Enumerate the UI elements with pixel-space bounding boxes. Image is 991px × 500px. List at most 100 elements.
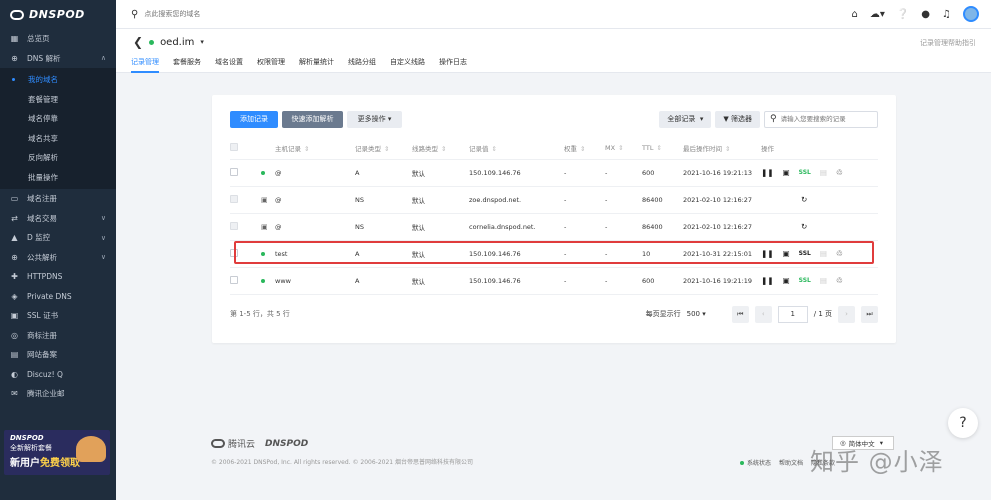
more-ops-button[interactable]: 更多操作 ▾ — [347, 110, 402, 128]
refresh-icon[interactable]: ↻ — [801, 195, 807, 204]
add-record-button[interactable]: 添加记录 — [230, 110, 278, 128]
chevron-down-icon[interactable]: ▾ — [200, 38, 204, 46]
pause-icon[interactable]: ❚❚ — [761, 249, 774, 258]
wechat-icon[interactable]: ● — [921, 9, 930, 20]
header-ttl[interactable]: TTL ⇕ — [642, 137, 683, 160]
dnspod-footer-logo[interactable]: DNSPOD — [265, 439, 308, 449]
sidebar-item[interactable]: ▤ 网站备案 — [0, 345, 116, 365]
page-number-input[interactable] — [777, 305, 808, 323]
sidebar-item[interactable]: 套餐管理 — [0, 90, 116, 110]
sidebar-item[interactable]: ◈ Private DNS — [0, 287, 116, 307]
refresh-icon[interactable]: ↻ — [801, 222, 807, 231]
row-checkbox[interactable] — [230, 275, 238, 284]
tencent-cloud-logo[interactable]: 腾讯云 — [211, 437, 255, 450]
global-search-input[interactable] — [144, 10, 345, 18]
sidebar-item[interactable]: ◐ Discuz! Q — [0, 365, 116, 385]
trash-icon[interactable]: ♲ — [836, 168, 843, 177]
table-row[interactable]: www A 默认 150.109.146.76- -600 2021-10-16 19:2… — [230, 267, 878, 295]
brand-logo[interactable]: DNSPOD — [0, 0, 116, 29]
note-icon[interactable]: ▤ — [820, 168, 827, 177]
sidebar-item[interactable]: 域名停靠 — [0, 109, 116, 129]
home-icon[interactable]: ⌂ — [851, 9, 857, 20]
cell-host[interactable]: @ — [275, 159, 355, 187]
monitor-icon[interactable]: ▣ — [783, 276, 790, 285]
back-icon[interactable]: ❮ — [133, 35, 143, 49]
sidebar-item[interactable]: ⇄ 域名交易 ∨ — [0, 209, 116, 229]
avatar[interactable] — [963, 6, 979, 22]
sidebar-item[interactable]: ✉ 腾讯企业邮 — [0, 384, 116, 404]
sidebar-item[interactable]: 我的域名 — [0, 70, 116, 90]
row-checkbox[interactable] — [230, 248, 238, 257]
row-checkbox[interactable] — [230, 167, 238, 176]
sidebar-item[interactable]: ▦ 总览页 — [0, 29, 116, 49]
header-type[interactable]: 记录类型 ⇕ — [355, 137, 412, 160]
bell-icon[interactable]: ♫ — [942, 9, 951, 20]
monitor-icon[interactable]: ▣ — [783, 249, 790, 258]
sidebar-item[interactable]: ▲ D 监控 ∨ — [0, 228, 116, 248]
table-row[interactable]: ▣ @ NS 默认 zoe.dnspod.net. - -86400 2021-02-10 1… — [230, 186, 878, 214]
header-line[interactable]: 线路类型 ⇕ — [412, 137, 469, 160]
header-host[interactable]: 主机记录 ⇕ — [275, 137, 355, 160]
tab-1[interactable]: 套餐服务 — [173, 57, 201, 73]
quick-add-button[interactable]: 快速添加解析 — [282, 110, 343, 128]
record-search-input[interactable] — [780, 115, 876, 123]
cell-host[interactable]: test — [275, 240, 355, 268]
first-page-button[interactable]: ⏮ — [731, 305, 749, 323]
monitor-icon[interactable]: ▣ — [783, 168, 790, 177]
all-records-select[interactable]: 全部记录 ▾ — [659, 110, 712, 128]
page-size-select[interactable]: 500 ▾ — [687, 310, 706, 318]
note-icon[interactable]: ▤ — [820, 276, 827, 285]
cell-host[interactable]: @ — [275, 186, 355, 214]
sidebar-item[interactable]: ⊕ DNS 解析 ∧ — [0, 49, 116, 69]
tab-5[interactable]: 线路分组 — [348, 57, 376, 73]
header-weight[interactable]: 权重 ⇕ — [564, 137, 605, 160]
global-search[interactable]: ⚲ — [116, 9, 851, 20]
help-docs-link[interactable]: 帮助文档 — [779, 458, 803, 467]
sidebar-item[interactable]: ✚ HTTPDNS — [0, 267, 116, 287]
record-search[interactable]: ⚲ — [764, 110, 878, 128]
filter-button[interactable]: ▼ 筛选器 — [715, 110, 760, 128]
tab-3[interactable]: 权限管理 — [257, 57, 285, 73]
pause-icon[interactable]: ❚❚ — [761, 168, 774, 177]
next-page-button[interactable]: › — [838, 305, 855, 323]
select-all-checkbox[interactable] — [230, 142, 238, 151]
row-checkbox[interactable] — [230, 194, 238, 203]
tab-4[interactable]: 解析量统计 — [299, 57, 334, 73]
sidebar-item[interactable]: 批量操作 — [0, 168, 116, 188]
trash-icon[interactable]: ♲ — [836, 249, 843, 258]
pause-icon[interactable]: ❚❚ — [761, 276, 774, 285]
help-fab-button[interactable]: ? — [948, 408, 978, 438]
table-row[interactable]: ▣ @ NS 默认 cornelia.dnspod.net. - -86400 2021-02… — [230, 213, 878, 241]
table-row[interactable]: @ A 默认 150.109.146.76- -600 2021-10-16 19:21:… — [230, 159, 878, 187]
ssl-button[interactable]: SSL — [799, 277, 811, 284]
sidebar-item[interactable]: ▭ 域名注册 — [0, 189, 116, 209]
cell-host[interactable]: @ — [275, 213, 355, 241]
tab-2[interactable]: 域名设置 — [215, 57, 243, 73]
last-page-button[interactable]: ⏭ — [861, 305, 878, 323]
tab-0[interactable]: 记录管理 — [131, 57, 159, 73]
cell-host[interactable]: www — [275, 267, 355, 295]
header-time[interactable]: 最后操作时间 ⇕ — [683, 137, 761, 160]
sidebar-item[interactable]: ◎ 商标注册 — [0, 326, 116, 346]
sidebar-item[interactable]: 域名共享 — [0, 129, 116, 149]
trash-icon[interactable]: ♲ — [836, 276, 843, 285]
ssl-button[interactable]: SSL — [799, 169, 811, 176]
domain-name[interactable]: oed.im — [160, 37, 194, 48]
help-guide-link[interactable]: 记录管理帮助指引 — [920, 38, 976, 48]
tab-7[interactable]: 操作日志 — [439, 57, 467, 73]
help-icon[interactable]: ❔ — [897, 9, 909, 20]
header-value[interactable]: 记录值 ⇕ — [469, 137, 564, 160]
ssl-button[interactable]: SSL — [799, 250, 811, 257]
system-status-link[interactable]: 系统状态 — [740, 458, 771, 467]
table-row[interactable]: test A 默认 150.109.146.76- -10 2021-10-31 22:1… — [230, 240, 878, 268]
sidebar-item[interactable]: ▣ SSL 证书 — [0, 306, 116, 326]
header-mx[interactable]: MX ⇕ — [605, 137, 642, 160]
cloud-menu-icon[interactable]: ☁▾ — [870, 9, 885, 20]
tab-6[interactable]: 自定义线路 — [390, 57, 425, 73]
note-icon[interactable]: ▤ — [820, 249, 827, 258]
sidebar-item[interactable]: ⊕ 公共解析 ∨ — [0, 248, 116, 268]
prev-page-button[interactable]: ‹ — [754, 305, 772, 323]
promo-banner[interactable]: DNSPOD 全新解析套餐 新用户免费领取 — [4, 430, 110, 475]
row-checkbox[interactable] — [230, 221, 238, 230]
sidebar-item[interactable]: 反向解析 — [0, 148, 116, 168]
